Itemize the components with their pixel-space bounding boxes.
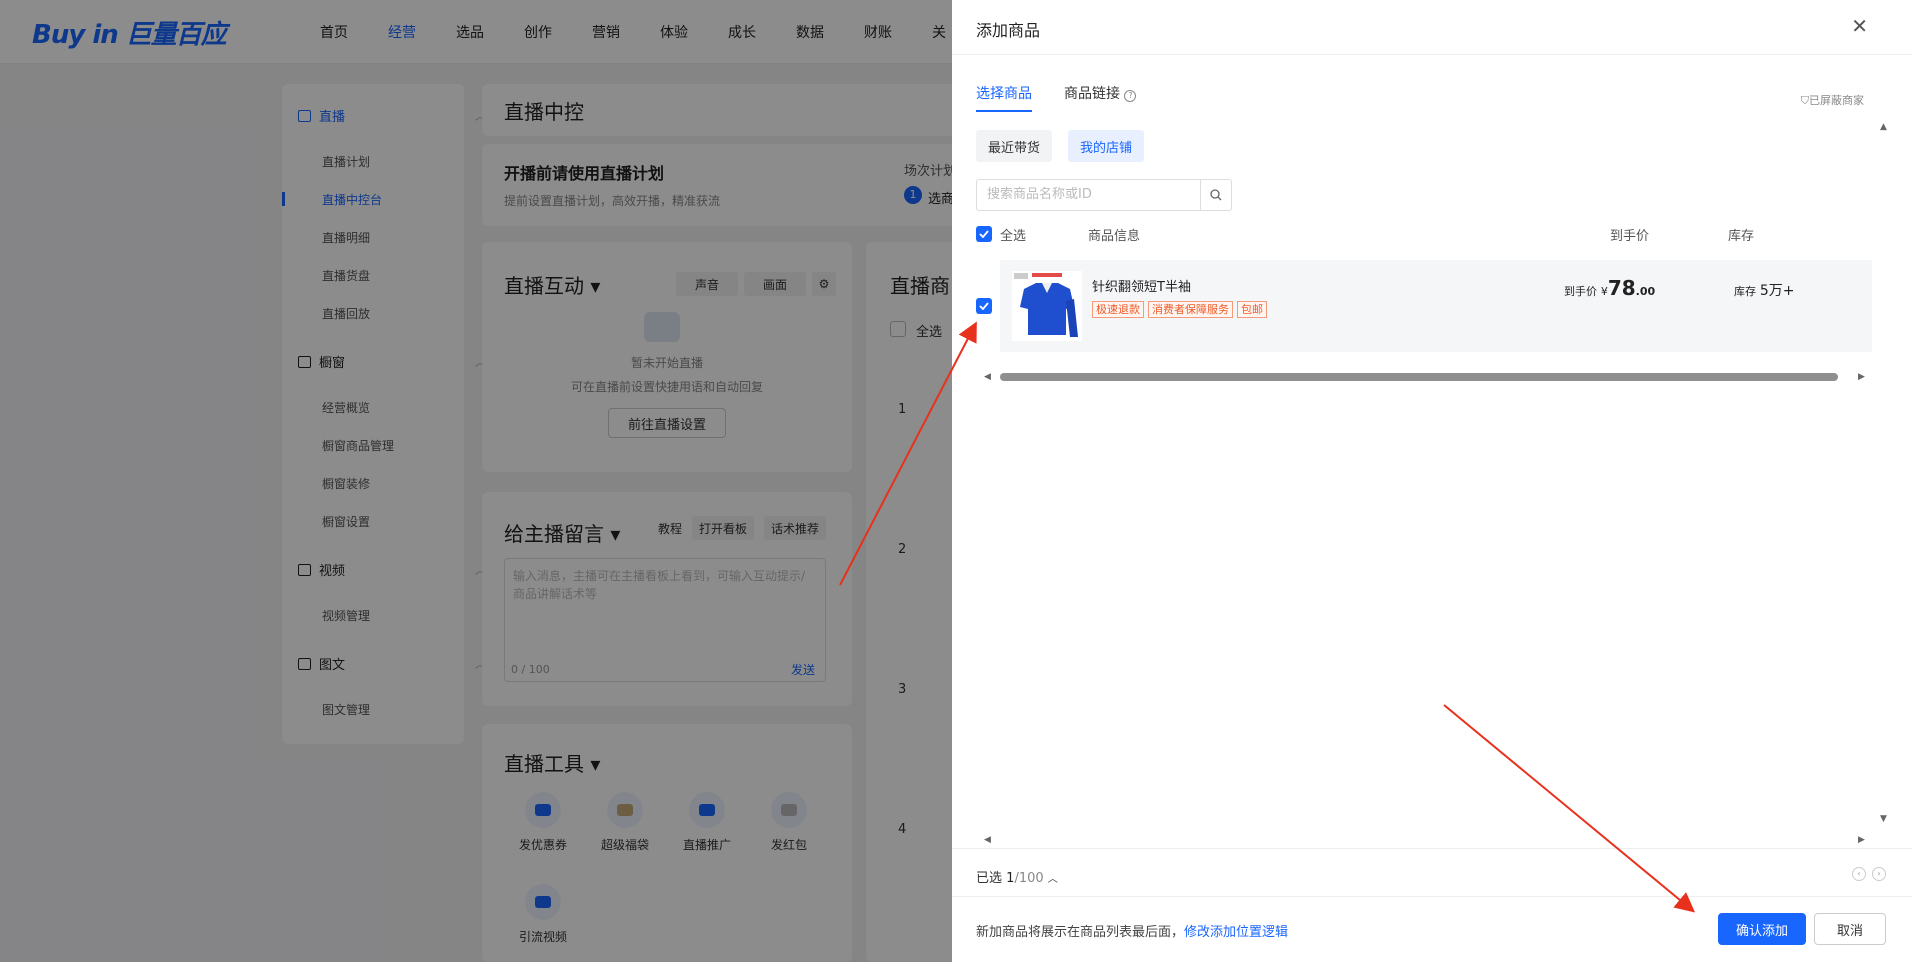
annotation-arrows bbox=[839, 321, 1696, 913]
annotation-arrow-confirm bbox=[1443, 704, 1696, 913]
annotation-arrow-checkbox bbox=[839, 321, 977, 586]
